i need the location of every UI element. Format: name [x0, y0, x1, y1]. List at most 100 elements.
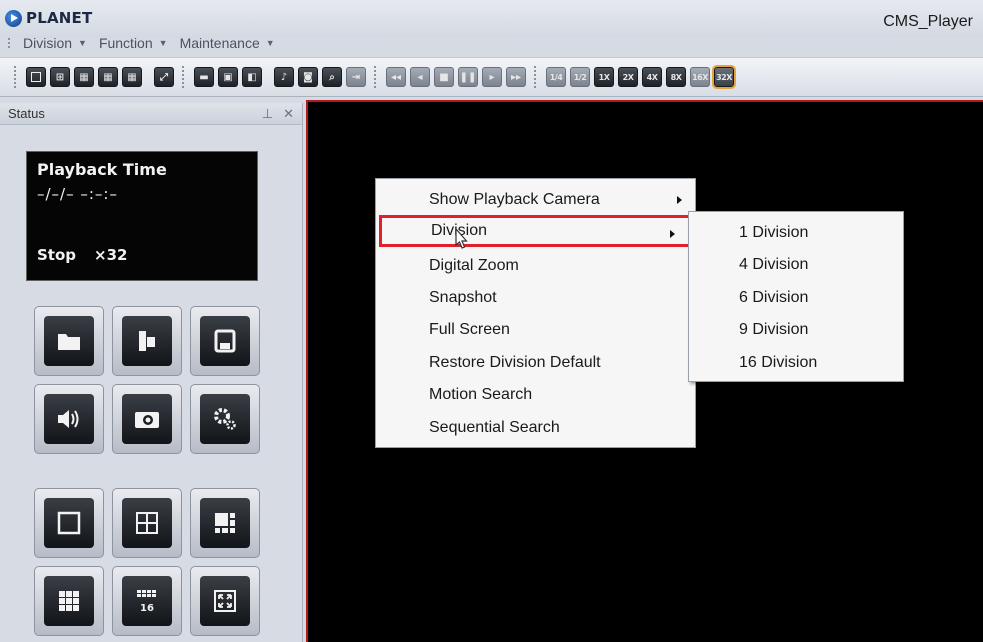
menu-item-full-screen[interactable]: Full Screen — [377, 314, 696, 346]
rewind-fast-button[interactable]: ◂◂ — [386, 67, 406, 87]
division-submenu: 1 Division 4 Division 6 Division 9 Divis… — [688, 211, 904, 382]
menu-item-label: Restore Division Default — [429, 354, 601, 371]
snapshot-button[interactable] — [112, 384, 182, 454]
menu-item-label: Show Playback Camera — [429, 191, 600, 208]
speed-8x-button[interactable]: 8X — [666, 67, 686, 87]
pause-button[interactable]: ❚❚ — [458, 67, 478, 87]
menubar-grip — [8, 38, 11, 48]
submenu-item-label: 6 Division — [739, 289, 809, 306]
speed-32x-button[interactable]: 32X — [712, 65, 736, 89]
layout-4-button[interactable]: ⊞ — [50, 67, 70, 87]
rewind-button[interactable]: ◂ — [410, 67, 430, 87]
menu-bar: Division ▼ Function ▼ Maintenance ▼ — [0, 33, 275, 53]
menu-division[interactable]: Division ▼ — [23, 35, 87, 51]
layout-9-button[interactable]: ▦ — [98, 67, 118, 87]
menu-maintenance[interactable]: Maintenance ▼ — [180, 35, 275, 51]
menu-item-sequential-search[interactable]: Sequential Search — [377, 412, 696, 444]
speed-2x-button[interactable]: 2X — [618, 67, 638, 87]
menu-item-label: Sequential Search — [429, 419, 560, 436]
planet-logo-icon — [5, 9, 22, 27]
mouse-cursor-icon — [455, 228, 468, 249]
pin-icon[interactable]: ⊥ — [262, 106, 273, 122]
submenu-item-label: 1 Division — [739, 224, 809, 241]
layout-9-division-button[interactable] — [34, 566, 104, 636]
chevron-down-icon: ▼ — [265, 38, 275, 48]
menu-function[interactable]: Function ▼ — [99, 35, 168, 51]
menu-item-label: Motion Search — [429, 386, 533, 403]
submenu-arrow-icon — [670, 230, 675, 238]
menu-item-motion-search[interactable]: Motion Search — [377, 379, 696, 411]
toolbar-separator — [14, 66, 18, 88]
submenu-item-label: 9 Division — [739, 321, 809, 338]
speed-1x-button[interactable]: 1X — [594, 67, 614, 87]
app-title: CMS_Player — [883, 13, 973, 30]
forward-fast-button[interactable]: ▸▸ — [506, 67, 526, 87]
speed-quarter-button[interactable]: 1/4 — [546, 67, 566, 87]
settings-button[interactable] — [190, 384, 260, 454]
planet-logo: PLANET — [5, 8, 92, 28]
submenu-item-16-division[interactable]: 16 Division — [690, 347, 904, 379]
clip-button[interactable]: ◧ — [242, 67, 262, 87]
menu-item-label: Full Screen — [429, 321, 510, 338]
menu-item-snapshot[interactable]: Snapshot — [377, 282, 696, 314]
save-file-button[interactable] — [190, 306, 260, 376]
playback-speed: ×32 — [94, 246, 128, 264]
playback-time-label: Playback Time — [37, 160, 167, 179]
nine-view-icon — [59, 591, 79, 611]
toolbar-separator — [182, 66, 186, 88]
save-button[interactable]: ▣ — [218, 67, 238, 87]
playback-time-value: –/–/– –:–:– — [37, 185, 118, 203]
context-menu: Show Playback Camera Division Digital Zo… — [375, 178, 696, 448]
menu-item-label: Digital Zoom — [429, 257, 519, 274]
speed-half-button[interactable]: 1/2 — [570, 67, 590, 87]
menu-item-show-playback-camera[interactable]: Show Playback Camera — [377, 184, 696, 216]
clip-export-button[interactable] — [112, 306, 182, 376]
layout-16-button[interactable]: ▦ — [122, 67, 142, 87]
status-panel-title: Status — [8, 106, 45, 121]
chevron-down-icon: ▼ — [158, 38, 168, 48]
audio-button[interactable]: ♪ — [274, 67, 294, 87]
submenu-item-1-division[interactable]: 1 Division — [690, 217, 904, 249]
submenu-item-6-division[interactable]: 6 Division — [690, 282, 904, 314]
submenu-arrow-icon — [677, 196, 682, 204]
quad-view-icon — [136, 512, 158, 534]
close-icon[interactable]: ✕ — [283, 106, 294, 122]
audio-button[interactable] — [34, 384, 104, 454]
layout-button-grid: 16 — [34, 488, 260, 636]
folder-icon — [58, 334, 80, 350]
menu-item-label: Snapshot — [429, 289, 497, 306]
sixteen-view-icon: 16 — [137, 590, 156, 614]
menu-item-digital-zoom[interactable]: Digital Zoom — [377, 250, 696, 282]
layout-4-division-button[interactable] — [112, 488, 182, 558]
zoom-button[interactable]: ⌕ — [322, 67, 342, 87]
layout-6-division-button[interactable] — [190, 488, 260, 558]
floppy-disk-icon — [214, 329, 236, 353]
six-view-icon — [215, 513, 235, 533]
open-file-button[interactable] — [34, 306, 104, 376]
open-folder-button[interactable]: ▬ — [194, 67, 214, 87]
stop-button[interactable]: ■ — [434, 67, 454, 87]
snapshot-button[interactable]: ◙ — [298, 67, 318, 87]
speaker-icon — [58, 410, 79, 428]
fullscreen-button[interactable]: ⤢ — [154, 67, 174, 87]
submenu-item-4-division[interactable]: 4 Division — [690, 249, 904, 281]
menu-item-division[interactable]: Division — [379, 215, 692, 247]
speed-16x-button[interactable]: 16X — [690, 67, 710, 87]
layout-1-division-button[interactable] — [34, 488, 104, 558]
submenu-item-label: 16 Division — [739, 354, 818, 371]
expand-icon — [214, 590, 236, 612]
layout-1-button[interactable] — [26, 67, 46, 87]
single-view-icon — [57, 511, 81, 535]
playback-status-display: Playback Time –/–/– –:–:– Stop ×32 — [26, 151, 258, 281]
gear-icon — [214, 408, 236, 430]
submenu-item-9-division[interactable]: 9 Division — [690, 314, 904, 346]
speed-4x-button[interactable]: 4X — [642, 67, 662, 87]
export-button[interactable]: ⇥ — [346, 67, 366, 87]
brand-name: PLANET — [26, 9, 93, 27]
toolbar: ⊞ ▦ ▦ ▦ ⤢ ▬ ▣ ◧ ♪ ◙ ⌕ ⇥ ◂◂ ◂ ■ ❚❚ ▸ ▸▸ 1… — [0, 57, 983, 97]
layout-6-button[interactable]: ▦ — [74, 67, 94, 87]
fullscreen-toggle-button[interactable] — [190, 566, 260, 636]
layout-16-division-button[interactable]: 16 — [112, 566, 182, 636]
play-button[interactable]: ▸ — [482, 67, 502, 87]
menu-item-restore-division-default[interactable]: Restore Division Default — [377, 347, 696, 379]
